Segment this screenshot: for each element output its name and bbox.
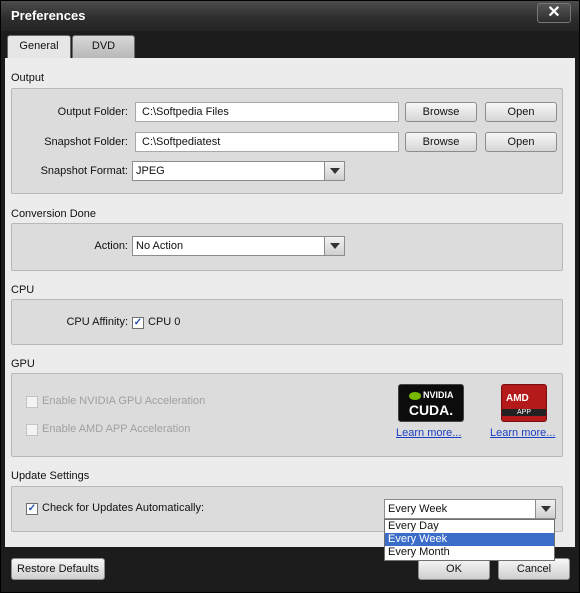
- gpu-group: Enable NVIDIA GPU Acceleration Enable AM…: [11, 373, 563, 457]
- cancel-button[interactable]: Cancel: [498, 558, 570, 580]
- cpu-group: CPU Affinity: ✓ CPU 0: [11, 299, 563, 345]
- snapshot-format-select[interactable]: JPEG: [132, 161, 345, 181]
- output-group: Output Folder: C:\Softpedia Files Browse…: [11, 88, 563, 194]
- conversion-section-label: Conversion Done: [11, 208, 96, 220]
- cpu0-label: CPU 0: [148, 316, 181, 328]
- chevron-down-icon[interactable]: [535, 500, 555, 518]
- close-icon: ✕: [547, 4, 561, 21]
- amd-logo-brand: AMD: [506, 393, 529, 404]
- dropdown-option-every-month[interactable]: Every Month: [385, 546, 554, 559]
- amd-acceleration-label: Enable AMD APP Acceleration: [42, 423, 191, 435]
- gpu-section-label: GPU: [11, 358, 35, 370]
- cpu-section-label: CPU: [11, 284, 35, 296]
- check-updates-label: Check for Updates Automatically:: [42, 502, 205, 514]
- amd-logo-text: APP: [502, 409, 546, 416]
- nvidia-acceleration-label: Enable NVIDIA GPU Acceleration: [42, 395, 206, 407]
- close-button[interactable]: ✕: [537, 3, 571, 23]
- dropdown-option-every-day[interactable]: Every Day: [385, 520, 554, 533]
- check-updates-checkbox[interactable]: ✓: [26, 503, 38, 515]
- preferences-window: Preferences ✕ General DVD Output Output …: [0, 0, 580, 593]
- nvidia-cuda-logo: NVIDIA CUDA.: [398, 384, 464, 422]
- output-section-label: Output: [11, 72, 45, 84]
- nvidia-acceleration-checkbox[interactable]: [26, 396, 38, 408]
- nvidia-learn-more-link[interactable]: Learn more...: [396, 427, 461, 439]
- amd-learn-more-link[interactable]: Learn more...: [490, 427, 555, 439]
- action-select[interactable]: No Action: [132, 236, 345, 256]
- snapshot-browse-button[interactable]: Browse: [405, 132, 477, 152]
- cpu-affinity-label: CPU Affinity:: [66, 316, 128, 328]
- tab-general[interactable]: General: [7, 35, 71, 58]
- snapshot-format-label: Snapshot Format:: [40, 165, 128, 177]
- dropdown-option-every-week[interactable]: Every Week: [385, 533, 554, 546]
- snapshot-open-button[interactable]: Open: [485, 132, 557, 152]
- amd-app-logo: AMD APP: [501, 384, 547, 422]
- output-open-button[interactable]: Open: [485, 102, 557, 122]
- restore-defaults-button[interactable]: Restore Defaults: [11, 558, 105, 580]
- update-frequency-dropdown-list: Every Day Every Week Every Month: [384, 519, 555, 561]
- update-section-label: Update Settings: [11, 470, 90, 482]
- window-title: Preferences: [11, 8, 86, 23]
- tab-dvd[interactable]: DVD: [72, 35, 135, 58]
- title-bar[interactable]: Preferences ✕: [1, 1, 579, 31]
- chevron-down-icon[interactable]: [324, 237, 344, 255]
- update-frequency-value: Every Week: [388, 503, 448, 515]
- snapshot-format-value: JPEG: [136, 165, 165, 177]
- output-folder-label: Output Folder:: [57, 106, 128, 118]
- action-label: Action:: [94, 240, 128, 252]
- output-browse-button[interactable]: Browse: [405, 102, 477, 122]
- nvidia-logo-brand: NVIDIA: [423, 390, 454, 400]
- action-value: No Action: [136, 240, 184, 252]
- nvidia-logo-text: CUDA.: [408, 402, 454, 418]
- output-folder-field[interactable]: C:\Softpedia Files: [135, 102, 399, 122]
- update-frequency-select[interactable]: Every Week: [384, 499, 556, 519]
- general-panel: Output Output Folder: C:\Softpedia Files…: [5, 58, 575, 547]
- snapshot-folder-field[interactable]: C:\Softpediatest: [135, 132, 399, 152]
- amd-acceleration-checkbox[interactable]: [26, 424, 38, 436]
- chevron-down-icon[interactable]: [324, 162, 344, 180]
- conversion-group: Action: No Action: [11, 223, 563, 271]
- snapshot-folder-label: Snapshot Folder:: [44, 136, 128, 148]
- ok-button[interactable]: OK: [418, 558, 490, 580]
- tab-strip: General DVD: [1, 31, 579, 58]
- cpu0-checkbox[interactable]: ✓: [132, 317, 144, 329]
